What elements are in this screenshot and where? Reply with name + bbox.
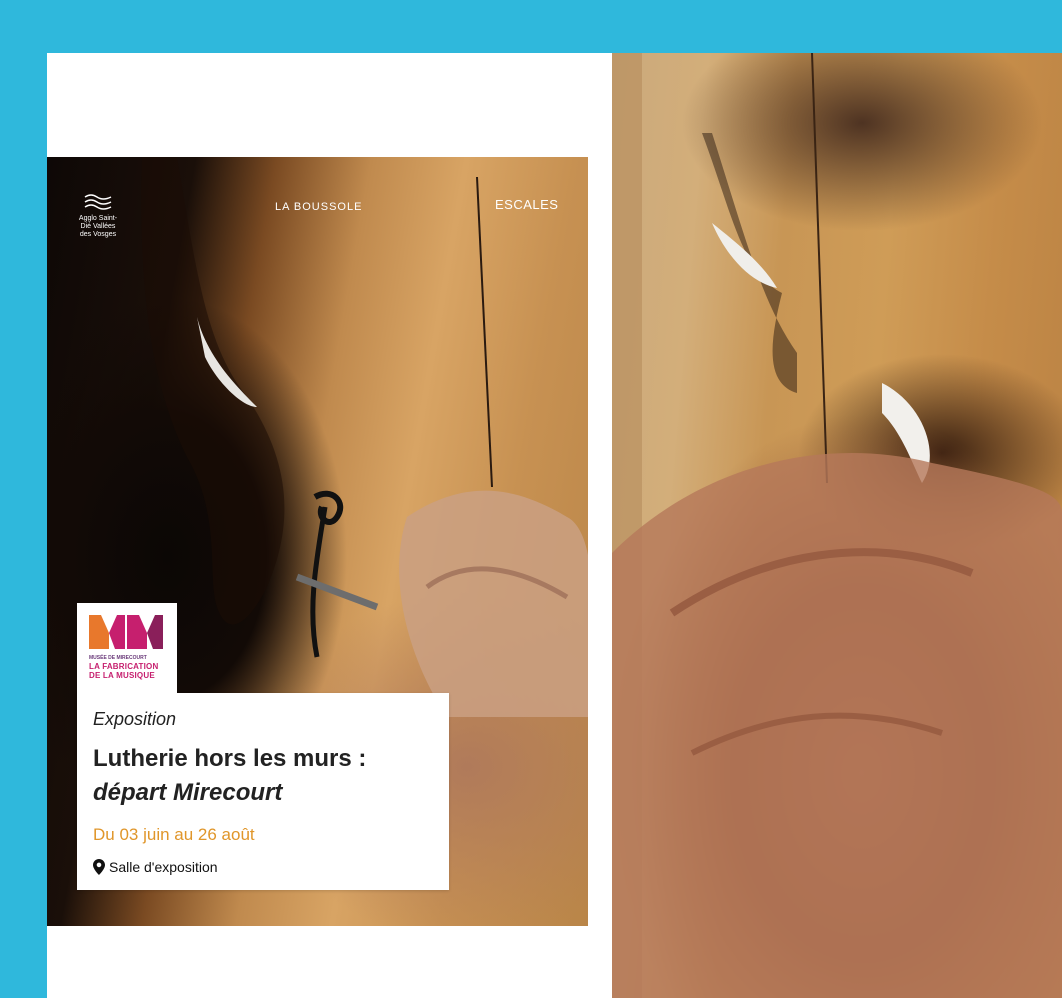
- boussole-logo-text: LA BOUSSOLE: [275, 201, 363, 213]
- violin-maker-photo: [612, 53, 1062, 998]
- boussole-logo: LA BOUSSOLE: [275, 201, 362, 213]
- museum-logo-line1: MUSÉE DE MIRECOURT: [89, 655, 147, 661]
- event-title-line2: départ Mirecourt: [93, 779, 283, 806]
- event-info-card[interactable]: Exposition Lutherie hors les murs : dépa…: [77, 693, 449, 890]
- waves-icon: [84, 194, 112, 210]
- event-dates: Du 03 juin au 26 août: [93, 825, 255, 844]
- escales-logo: ESCALES: [495, 197, 558, 212]
- event-location-text: Salle d'exposition: [109, 859, 218, 875]
- museum-logo-line2: LA FABRICATION: [89, 662, 159, 671]
- event-kind: Exposition: [93, 709, 177, 729]
- museum-logo-line3: DE LA MUSIQUE: [89, 671, 155, 680]
- museum-logo: MUSÉE DE MIRECOURT LA FABRICATION DE LA …: [77, 603, 177, 693]
- event-title[interactable]: Lutherie hors les murs : départ Mirecour…: [93, 742, 366, 810]
- agglo-logo: Agglo Saint-Dié Vallées des Vosges: [75, 187, 121, 238]
- violin-photo-graphic: [612, 53, 1062, 998]
- museum-logo-name: LA FABRICATION DE LA MUSIQUE: [89, 662, 158, 680]
- map-pin-icon: [93, 859, 105, 875]
- museum-mm-letters: [89, 615, 163, 649]
- agglo-logo-text: Agglo Saint-Dié Vallées des Vosges: [78, 215, 118, 238]
- event-location: Salle d'exposition: [93, 859, 218, 875]
- event-title-line1: Lutherie hors les murs :: [93, 745, 367, 772]
- escales-logo-text: ESCALES: [495, 197, 559, 212]
